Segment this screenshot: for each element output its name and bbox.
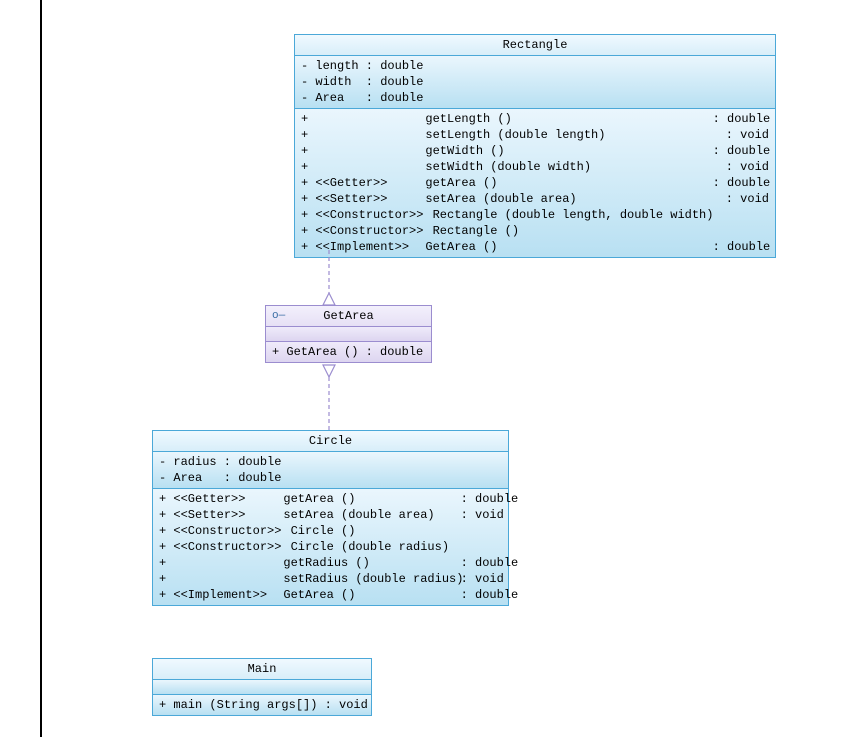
attr-section [266,327,431,342]
op-section: + getLength () : double+ setLength (doub… [295,109,775,257]
operation-row: + <<Constructor>> Rectangle () [301,223,769,239]
operation-row: + getWidth () : double [301,143,769,159]
attribute-row: - Area : double [159,470,502,486]
attr-section [153,680,371,695]
class-title: Circle [153,431,508,452]
attribute-row: - length : double [301,58,769,74]
attribute-row: - Area : double [301,90,769,106]
operation-row: + <<Implement>> GetArea () : double [159,587,502,603]
op-section: + <<Getter>> getArea () : double+ <<Sett… [153,489,508,605]
attribute-row: - width : double [301,74,769,90]
operation-row: + getLength () : double [301,111,769,127]
operation-row: + <<Constructor>> Circle () [159,523,502,539]
uml-diagram: Rectangle - length : double- width : dou… [40,0,861,737]
operation-row: + <<Constructor>> Circle (double radius) [159,539,502,555]
operation-row: + <<Getter>> getArea () : double [301,175,769,191]
class-title: Rectangle [295,35,775,56]
attr-section: - length : double- width : double- Area … [295,56,775,109]
operation-row: + getRadius () : double [159,555,502,571]
operation-row: + GetArea () : double [272,344,425,360]
interface-title: GetArea [266,306,431,327]
operation-row: + <<Implement>> GetArea () : double [301,239,769,255]
op-section: + main (String args[]) : void [153,695,371,715]
attribute-row: - radius : double [159,454,502,470]
class-title: Main [153,659,371,680]
operation-row: + <<Setter>> setArea (double area) : voi… [159,507,502,523]
lollipop-icon: o— [272,310,285,322]
op-section: + GetArea () : double [266,342,431,362]
interface-getarea: o— GetArea + GetArea () : double [265,305,432,363]
operation-row: + <<Setter>> setArea (double area) : voi… [301,191,769,207]
class-circle: Circle - radius : double- Area : double … [152,430,509,606]
operation-row: + setWidth (double width) : void [301,159,769,175]
operation-row: + setLength (double length) : void [301,127,769,143]
operation-row: + <<Constructor>> Rectangle (double leng… [301,207,769,223]
class-main: Main + main (String args[]) : void [152,658,372,716]
class-rectangle: Rectangle - length : double- width : dou… [294,34,776,258]
attr-section: - radius : double- Area : double [153,452,508,489]
operation-row: + main (String args[]) : void [159,697,365,713]
operation-row: + setRadius (double radius) : void [159,571,502,587]
operation-row: + <<Getter>> getArea () : double [159,491,502,507]
